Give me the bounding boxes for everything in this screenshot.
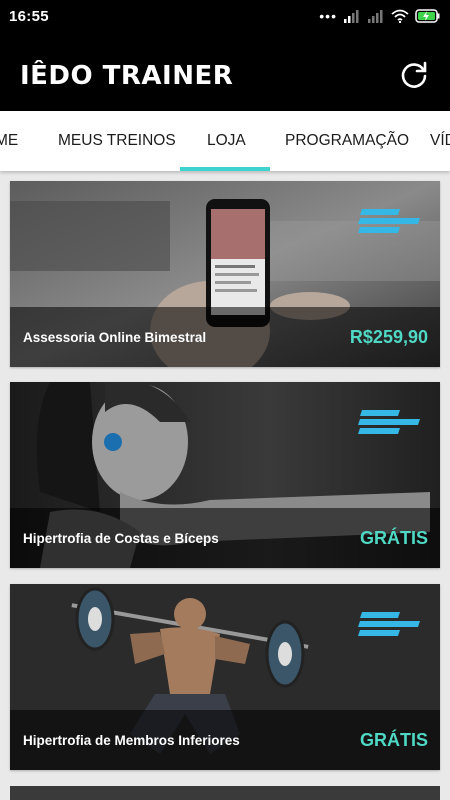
tab-loja[interactable]: LOJA <box>207 111 246 171</box>
product-card-partial[interactable] <box>10 786 440 800</box>
product-card[interactable]: Hipertrofia de Costas e Bíceps GRÁTIS <box>10 382 440 568</box>
brand-logo-icon <box>358 612 420 636</box>
product-price: GRÁTIS <box>359 730 428 750</box>
product-card[interactable]: Assessoria Online Bimestral R$259,90 <box>10 181 440 367</box>
app-bar: IÊDO TRAINER <box>0 34 450 111</box>
status-bar: 16:55 ••• <box>0 0 450 34</box>
signal-icon <box>368 10 383 23</box>
product-title: Assessoria Online Bimestral <box>23 330 207 345</box>
battery-charging-icon <box>415 9 440 23</box>
status-icons: ••• <box>319 7 441 25</box>
product-title: Hipertrofia de Costas e Bíceps <box>23 531 219 546</box>
app-title: IÊDO TRAINER <box>20 61 234 91</box>
wifi-icon <box>391 9 409 23</box>
tab-meus-treinos[interactable]: MEUS TREINOS <box>58 111 176 171</box>
product-title: Hipertrofia de Membros Inferiores <box>23 733 240 748</box>
tab-programacao[interactable]: PROGRAMAÇÃO <box>285 111 409 171</box>
tab-bar: ME MEUS TREINOS LOJA PROGRAMAÇÃO VÍD <box>0 111 450 171</box>
status-time: 16:55 <box>9 8 49 25</box>
more-dots-icon: ••• <box>319 8 337 24</box>
tab-home[interactable]: ME <box>0 111 18 171</box>
product-price: GRÁTIS <box>359 528 428 548</box>
refresh-icon[interactable] <box>398 58 430 90</box>
brand-logo-icon <box>358 209 420 233</box>
tab-indicator <box>180 167 270 171</box>
product-card[interactable]: Hipertrofia de Membros Inferiores GRÁTIS <box>10 584 440 770</box>
product-price: R$259,90 <box>349 327 428 347</box>
tab-videos[interactable]: VÍD <box>430 111 450 171</box>
signal-icon <box>344 10 359 23</box>
brand-logo-icon <box>358 410 420 434</box>
